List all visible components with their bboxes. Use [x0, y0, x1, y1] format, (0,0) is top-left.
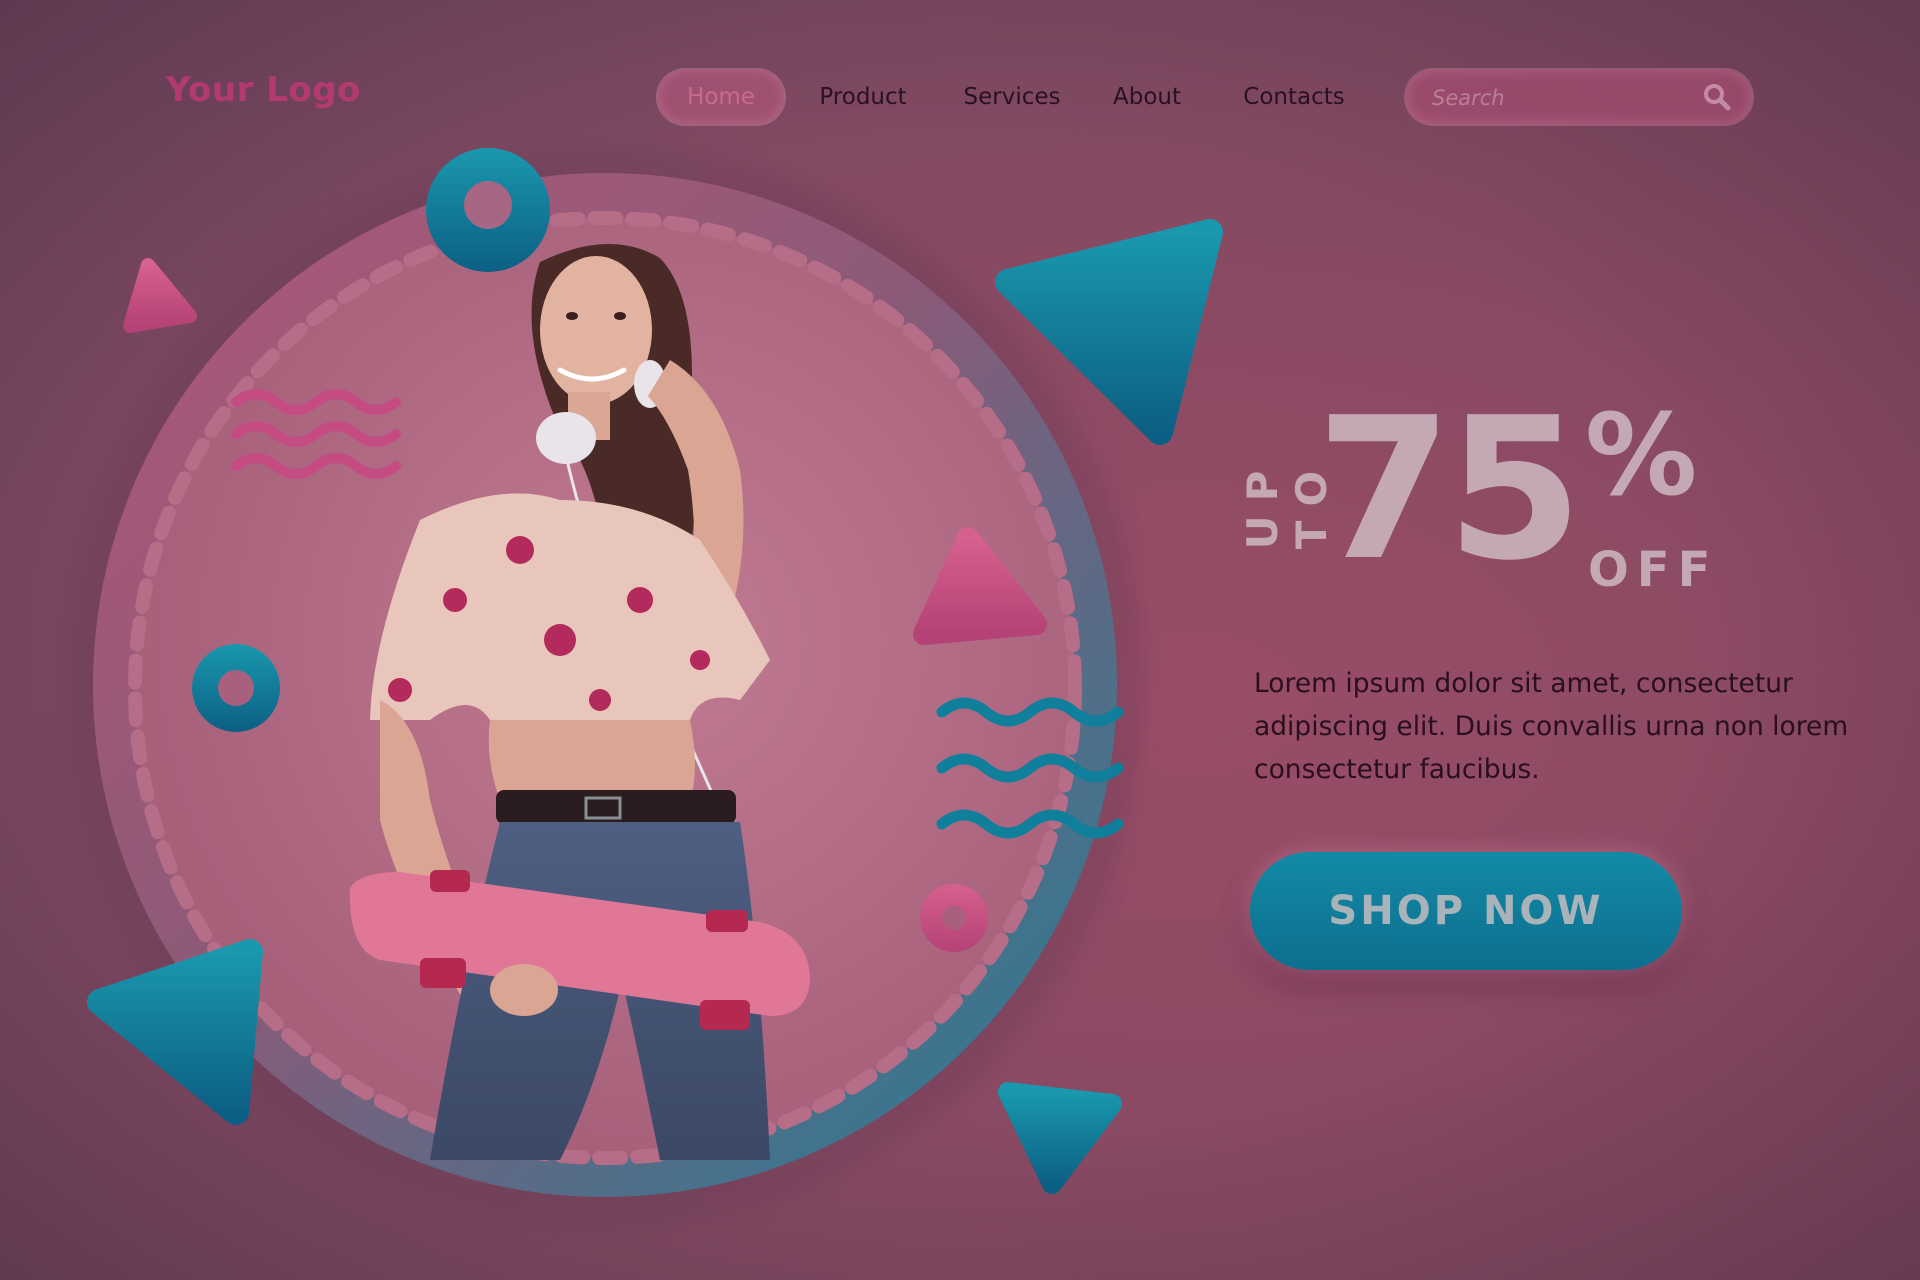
percent-sign: %	[1585, 391, 1698, 521]
shop-now-button[interactable]: SHOP NOW	[1250, 852, 1682, 970]
pink-triangle-small	[123, 258, 197, 333]
teal-ring-left	[192, 644, 280, 732]
promo-prefix: UP TO	[1238, 456, 1336, 550]
promo-suffix: OFF	[1588, 542, 1719, 598]
hero-illustration	[65, 148, 1223, 1228]
teal-triangle-bottom	[998, 1082, 1122, 1194]
teal-ring-top	[426, 148, 550, 272]
pink-ring-small	[920, 884, 988, 952]
discount-amount: 75	[1316, 376, 1583, 604]
promo-description: Lorem ipsum dolor sit amet, consectetur …	[1254, 668, 1849, 785]
teal-triangle-bottom-left	[87, 939, 263, 1125]
